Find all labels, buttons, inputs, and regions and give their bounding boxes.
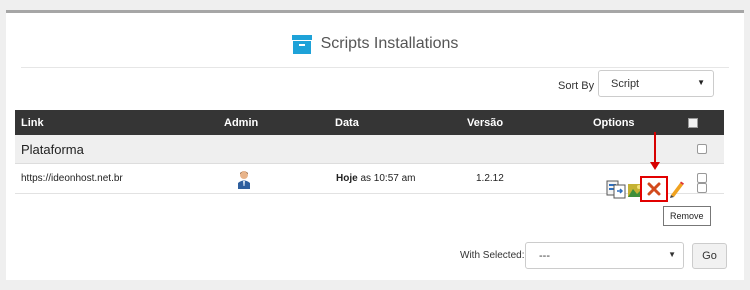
- select-all-checkbox[interactable]: [688, 118, 698, 128]
- remove-tooltip: Remove: [663, 206, 711, 226]
- chevron-down-icon: ▼: [697, 78, 705, 87]
- page-title: Scripts Installations: [320, 35, 459, 52]
- edit-icon[interactable]: [668, 180, 684, 198]
- group-checkbox[interactable]: [697, 144, 707, 154]
- clone-icon[interactable]: [606, 179, 626, 199]
- column-data[interactable]: Data: [335, 117, 359, 129]
- panel-title-row: Scripts Installations: [6, 28, 744, 60]
- column-link[interactable]: Link: [21, 117, 44, 129]
- user-admin-icon[interactable]: [237, 170, 251, 189]
- column-options: Options: [593, 117, 635, 129]
- annotation-arrow-head: [650, 162, 660, 170]
- table-header: Link Admin Data Versão Options: [15, 110, 724, 135]
- install-version: 1.2.12: [476, 173, 504, 184]
- sort-by-label: Sort By :: [558, 80, 601, 92]
- option-checkbox[interactable]: [697, 183, 707, 193]
- install-date-time: as 10:57 am: [357, 173, 416, 184]
- sort-by-select[interactable]: Script ▼: [598, 70, 714, 97]
- chevron-down-icon: ▼: [668, 250, 676, 259]
- group-label: Plataforma: [21, 142, 84, 157]
- installation-link[interactable]: https://ideonhost.net.br: [21, 173, 123, 184]
- title-divider: [21, 67, 729, 68]
- archive-box-icon: [291, 34, 312, 54]
- group-row: Plataforma: [15, 135, 724, 164]
- column-versao[interactable]: Versão: [467, 117, 503, 129]
- go-button[interactable]: Go: [692, 243, 727, 269]
- column-admin[interactable]: Admin: [224, 117, 258, 129]
- sort-by-value: Script: [611, 77, 640, 90]
- row-checkbox[interactable]: [697, 173, 707, 183]
- with-selected-value: ---: [539, 249, 550, 262]
- remove-icon: [647, 182, 661, 196]
- with-selected-label: With Selected:: [460, 250, 525, 261]
- remove-button[interactable]: [640, 176, 668, 202]
- install-date-day: Hoje: [336, 173, 358, 184]
- with-selected-select[interactable]: --- ▼: [525, 242, 684, 269]
- install-date: Hoje as 10:57 am: [336, 173, 415, 184]
- annotation-arrow-line: [654, 132, 656, 164]
